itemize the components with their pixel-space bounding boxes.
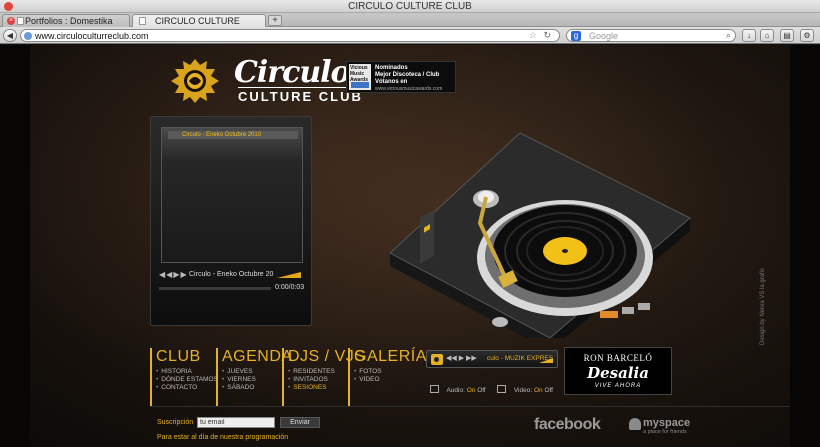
favicon-icon	[17, 17, 24, 25]
audio-toggle: Audio: On Off	[430, 385, 486, 394]
logo-subtitle: CULTURE CLUB	[238, 87, 363, 104]
back-arrow-icon[interactable]: ◀	[3, 29, 17, 42]
globe-icon	[24, 32, 32, 40]
menu-item-fotos[interactable]: FOTOS	[354, 368, 410, 376]
menu-item-sabado[interactable]: SÁBADO	[222, 384, 278, 392]
logo-wordmark[interactable]: Circulo	[234, 55, 351, 90]
window-title: CIRCULO CULTURE CLUB	[348, 1, 472, 12]
reload-icon[interactable]: ↻	[543, 30, 551, 41]
bookmarks-icon[interactable]: ▤	[780, 29, 794, 42]
sponsor-brand: Desalia	[587, 364, 649, 382]
menu-heading-galeria[interactable]: GALERÍA	[354, 348, 426, 365]
design-credits[interactable]: Design by Nerea VS la grafix	[760, 268, 766, 345]
new-tab-button[interactable]: +	[268, 15, 282, 26]
video-toggle: Video: On Off	[497, 385, 553, 394]
menu-djs-vjs: DJS / VJS RESIDENTES INVITADOS SESIONES	[282, 348, 365, 406]
award-url: www.viciousmusicawards.com	[375, 86, 443, 92]
search-placeholder: Google	[589, 31, 619, 41]
playlist-item[interactable]: Circulo - Eneko Octubre 2010	[168, 131, 298, 139]
menu-item-donde-estamos[interactable]: DÓNDE ESTAMOS	[156, 376, 218, 384]
award-line-2: Mejor Discoteca / Club	[375, 72, 440, 78]
audio-off[interactable]: Off	[477, 387, 486, 394]
speaker-icon	[430, 385, 439, 393]
myspace-icon	[629, 418, 641, 430]
bookmark-star-icon[interactable]: ☆	[529, 30, 537, 41]
navigation-bar: ◀ www.circuloculturreclub.com ☆ ↻ g Goog…	[0, 27, 820, 44]
myspace-link[interactable]: myspace a place for friends	[629, 417, 690, 435]
tab-portfolios[interactable]: × Portfolios : Domestika	[2, 14, 130, 27]
menu-item-residentes[interactable]: RESIDENTES	[288, 368, 344, 376]
video-on[interactable]: On	[534, 387, 543, 394]
video-label: Video:	[513, 387, 533, 394]
player-controls: ◀◀▶▶ Circulo - Eneko Octubre 20	[159, 269, 305, 281]
favicon-icon	[139, 17, 146, 25]
menu-heading-djs[interactable]: DJS / VJS	[288, 348, 365, 365]
radio-icon	[431, 354, 443, 365]
playlist-screen: Circulo - Eneko Octubre 2010	[161, 127, 303, 263]
tab-label: Portfolios : Domestika	[25, 16, 113, 26]
menu-item-invitados[interactable]: INVITADOS	[288, 376, 344, 384]
url-text: www.circuloculturreclub.com	[35, 31, 149, 41]
menu-item-viernes[interactable]: VIERNES	[222, 376, 278, 384]
audio-on[interactable]: On	[467, 387, 476, 394]
menu-item-contacto[interactable]: CONTACTO	[156, 384, 212, 392]
next-icon[interactable]: ▶	[180, 270, 187, 279]
menu-item-historia[interactable]: HISTORIA	[156, 368, 212, 376]
player-controls-icons[interactable]: ◀◀▶▶	[159, 270, 188, 279]
download-icon[interactable]: ↓	[742, 29, 756, 42]
menu-item-sesiones[interactable]: SESIONES	[288, 384, 344, 392]
menu-galeria: GALERÍA FOTOS VIDEO	[348, 348, 426, 406]
volume-slider[interactable]	[277, 272, 301, 278]
close-tab-icon[interactable]: ×	[7, 17, 15, 25]
video-off[interactable]: Off	[544, 387, 553, 394]
subscription-label: Suscripción	[157, 419, 194, 426]
gear-icon[interactable]: ⚙	[800, 29, 814, 42]
search-icon[interactable]: ⌕	[726, 30, 731, 41]
tab-circulo[interactable]: CIRCULO CULTURE CLUB	[132, 14, 266, 36]
award-line-1: Nominados	[375, 65, 408, 71]
award-banner[interactable]: Vicious Music Awards Nominados Mejor Dis…	[346, 61, 456, 93]
background-right	[790, 45, 820, 447]
menu-agenda: AGENDA JUEVES VIERNES SÁBADO	[216, 348, 292, 406]
address-bar[interactable]: www.circuloculturreclub.com ☆ ↻	[20, 29, 560, 42]
menu-item-video[interactable]: VIDEO	[354, 376, 410, 384]
sponsor-tagline: VIVE AHORA	[594, 383, 642, 389]
radio-player: ◀◀ ▶ ▶▶ culo - MUZIK EXPRES	[426, 350, 558, 368]
award-badge: Vicious Music Awards	[349, 64, 371, 90]
radio-volume[interactable]	[539, 358, 553, 363]
progress-bar[interactable]	[159, 287, 271, 290]
sponsor-ron: RON BARCELÓ	[583, 353, 653, 363]
menu-heading-club[interactable]: CLUB	[156, 348, 212, 365]
audio-label: Audio:	[446, 387, 465, 394]
time-display: 0:00/0:03	[275, 284, 305, 291]
main-menu: CLUB HISTORIA DÓNDE ESTAMOS CONTACTO AGE…	[150, 348, 426, 406]
facebook-link[interactable]: facebook	[534, 416, 601, 434]
home-icon[interactable]: ⌂	[760, 29, 774, 42]
window-titlebar: CIRCULO CULTURE CLUB	[0, 0, 820, 13]
subscription-note: Para estar al día de nuestra programació…	[157, 434, 289, 441]
tab-bar: × Portfolios : Domestika CIRCULO CULTURE…	[0, 13, 820, 36]
radio-controls[interactable]: ◀◀ ▶ ▶▶	[446, 354, 477, 362]
turntable-illustration	[389, 132, 691, 338]
media-player: Circulo - Eneko Octubre 2010 ◀◀▶▶ Circul…	[150, 116, 312, 326]
menu-heading-agenda[interactable]: AGENDA	[222, 348, 292, 365]
email-field[interactable]	[197, 417, 275, 428]
background-left	[0, 45, 30, 447]
sponsor-banner[interactable]: RON BARCELÓ Desalia VIVE AHORA	[564, 347, 672, 395]
google-icon[interactable]: g	[571, 31, 581, 41]
award-line-3: Vótanos en	[375, 79, 408, 85]
crest-logo-icon[interactable]	[163, 55, 227, 107]
menu-item-jueves[interactable]: JUEVES	[222, 368, 278, 376]
film-icon	[497, 385, 506, 393]
footer-divider	[150, 406, 790, 407]
now-playing: Circulo - Eneko Octubre 20	[189, 271, 274, 278]
previous-icon[interactable]: ◀◀	[159, 270, 173, 279]
page-content: Circulo CULTURE CLUB Vicious Music Award…	[0, 45, 820, 447]
search-input[interactable]: g Google ⌕	[566, 29, 736, 42]
menu-club: CLUB HISTORIA DÓNDE ESTAMOS CONTACTO	[150, 348, 218, 406]
send-button[interactable]: Enviar	[280, 417, 320, 428]
